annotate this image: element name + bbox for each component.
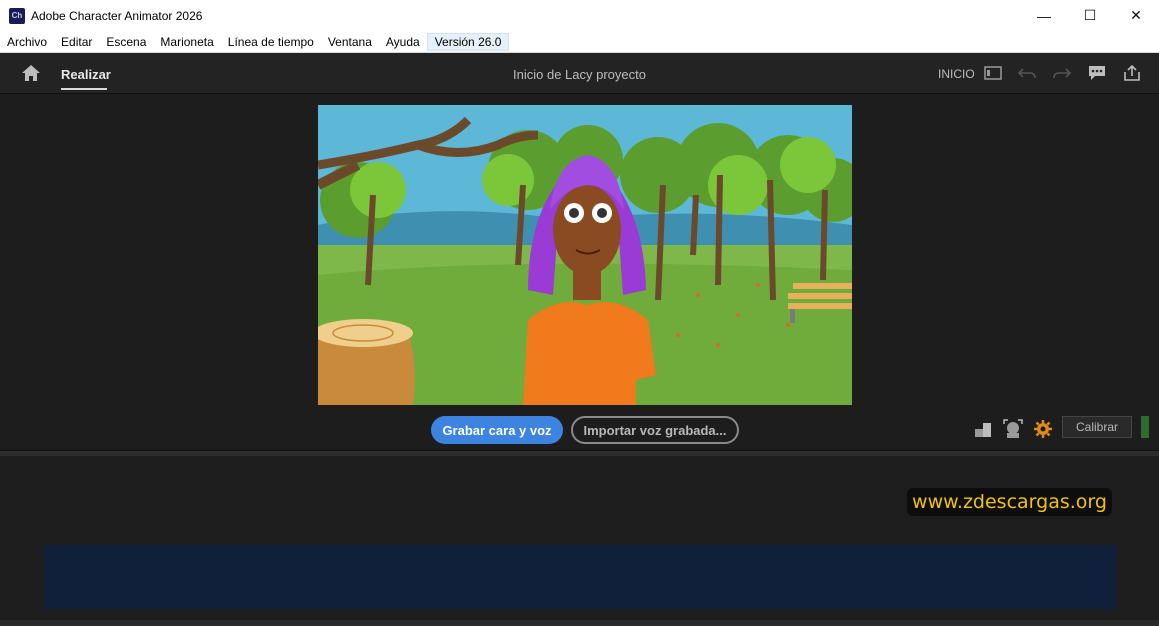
menu-ventana[interactable]: Ventana [321, 31, 379, 52]
maximize-button[interactable]: ☐ [1067, 0, 1113, 31]
menu-ayuda[interactable]: Ayuda [379, 31, 427, 52]
inicio-label[interactable]: INICIO [938, 67, 975, 81]
menu-escena[interactable]: Escena [99, 31, 153, 52]
audio-level-meter [1141, 416, 1149, 438]
timeline-area[interactable] [44, 545, 1116, 609]
watermark: www.zdescargas.org [907, 488, 1112, 516]
panel-icon[interactable] [983, 64, 1003, 82]
import-recorded-voice-button[interactable]: Importar voz grabada... [571, 416, 739, 444]
menu-archivo[interactable]: Archivo [0, 31, 54, 52]
close-button[interactable]: ✕ [1113, 0, 1159, 31]
menu-marioneta[interactable]: Marioneta [153, 31, 220, 52]
active-tab-indicator [61, 88, 107, 90]
menu-editar[interactable]: Editar [54, 31, 99, 52]
menu-version[interactable]: Versión 26.0 [426, 32, 510, 51]
redo-icon[interactable] [1052, 64, 1072, 82]
menu-linea-de-tiempo[interactable]: Línea de tiempo [221, 31, 321, 52]
puppet-track-icon[interactable] [973, 419, 993, 439]
app-icon: Ch [9, 7, 25, 24]
capture-controls: Grabar cara y voz Importar voz grabada..… [0, 416, 1159, 444]
calibrate-button[interactable]: Calibrar [1062, 416, 1132, 438]
bottom-edge [0, 620, 1159, 626]
face-track-icon[interactable] [1003, 419, 1023, 439]
window-controls: — ☐ ✕ [1021, 0, 1159, 31]
share-icon[interactable] [1122, 64, 1142, 82]
settings-icon[interactable] [1033, 419, 1053, 439]
minimize-button[interactable]: — [1021, 0, 1067, 31]
app-header: Realizar Inicio de Lacy proyecto INICIO [0, 53, 1159, 94]
scene-stage[interactable] [318, 105, 852, 405]
scene-illustration [318, 105, 852, 405]
comment-icon[interactable] [1087, 64, 1107, 82]
undo-icon[interactable] [1017, 64, 1037, 82]
record-face-voice-button[interactable]: Grabar cara y voz [431, 416, 563, 444]
title-bar: Ch Adobe Character Animator 2026 — ☐ ✕ [0, 0, 1159, 31]
window-title: Adobe Character Animator 2026 [31, 8, 203, 23]
menu-bar: Archivo Editar Escena Marioneta Línea de… [0, 31, 1159, 53]
